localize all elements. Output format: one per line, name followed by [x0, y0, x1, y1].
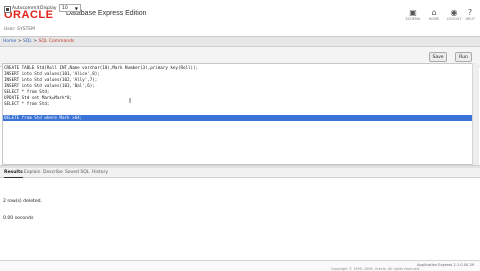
execution-time: 0.00 seconds: [3, 216, 34, 221]
code-line: SELECT * from Std;: [4, 101, 50, 106]
result-message: 2 row(s) deleted.: [3, 199, 43, 204]
sql-icon-button[interactable]: ▣ SCHEMA: [405, 8, 421, 22]
display-select[interactable]: 10 ▼: [59, 4, 81, 12]
breadcrumb-home[interactable]: Home: [3, 39, 16, 44]
tab-history[interactable]: History: [92, 168, 108, 177]
tab-explain[interactable]: Explain: [24, 168, 40, 177]
home-icon-button[interactable]: ⌂ HOME: [426, 8, 442, 22]
text-cursor-icon: I: [129, 97, 132, 105]
user-label: User: SYSTEM: [4, 27, 36, 32]
logout-icon-label: LOGOUT: [446, 17, 462, 21]
copyright-label: Copyright © 1999, 2006, Oracle. All righ…: [331, 267, 420, 271]
save-button[interactable]: Save: [429, 52, 447, 62]
autocommit-label: Autocommit: [12, 6, 40, 11]
sql-icon: ▣: [409, 8, 417, 17]
logout-icon: ◉: [450, 8, 458, 17]
version-label: Application Express 2.1.0.00.39: [417, 263, 474, 267]
autocommit-checkbox[interactable]: [4, 6, 11, 13]
breadcrumb: Home > SQL > SQL Commands: [0, 37, 480, 47]
tab-describe[interactable]: Describe: [43, 168, 63, 177]
home-icon: ⌂: [431, 8, 437, 17]
display-label: Display: [40, 6, 57, 11]
breadcrumb-current: SQL Commands: [38, 39, 75, 44]
run-button[interactable]: Run: [455, 52, 472, 62]
help-icon-button[interactable]: ? HELP: [462, 8, 478, 22]
display-value: 10: [62, 6, 68, 11]
editor-scrollbar[interactable]: [472, 63, 479, 165]
help-icon: ?: [467, 8, 473, 17]
footer: Application Express 2.1.0.00.39 Copyrigh…: [0, 260, 480, 271]
tab-results[interactable]: Results: [4, 168, 23, 178]
chevron-down-icon: ▼: [74, 6, 78, 11]
results-tabs: Results Explain Describe Saved SQL Histo…: [0, 168, 480, 178]
code-line-selected: DELETE from Std where Mark >64;: [3, 115, 473, 121]
breadcrumb-separator: >: [16, 39, 23, 44]
breadcrumb-sql[interactable]: SQL: [23, 39, 32, 44]
logout-icon-button[interactable]: ◉ LOGOUT: [446, 8, 462, 22]
tab-saved-sql[interactable]: Saved SQL: [65, 168, 89, 177]
home-icon-label: HOME: [428, 17, 440, 21]
help-icon-label: HELP: [465, 17, 475, 21]
sql-icon-label: SCHEMA: [405, 17, 421, 21]
sql-editor[interactable]: CREATE TABLE Std(Roll INT,Name varchar(1…: [2, 63, 474, 165]
